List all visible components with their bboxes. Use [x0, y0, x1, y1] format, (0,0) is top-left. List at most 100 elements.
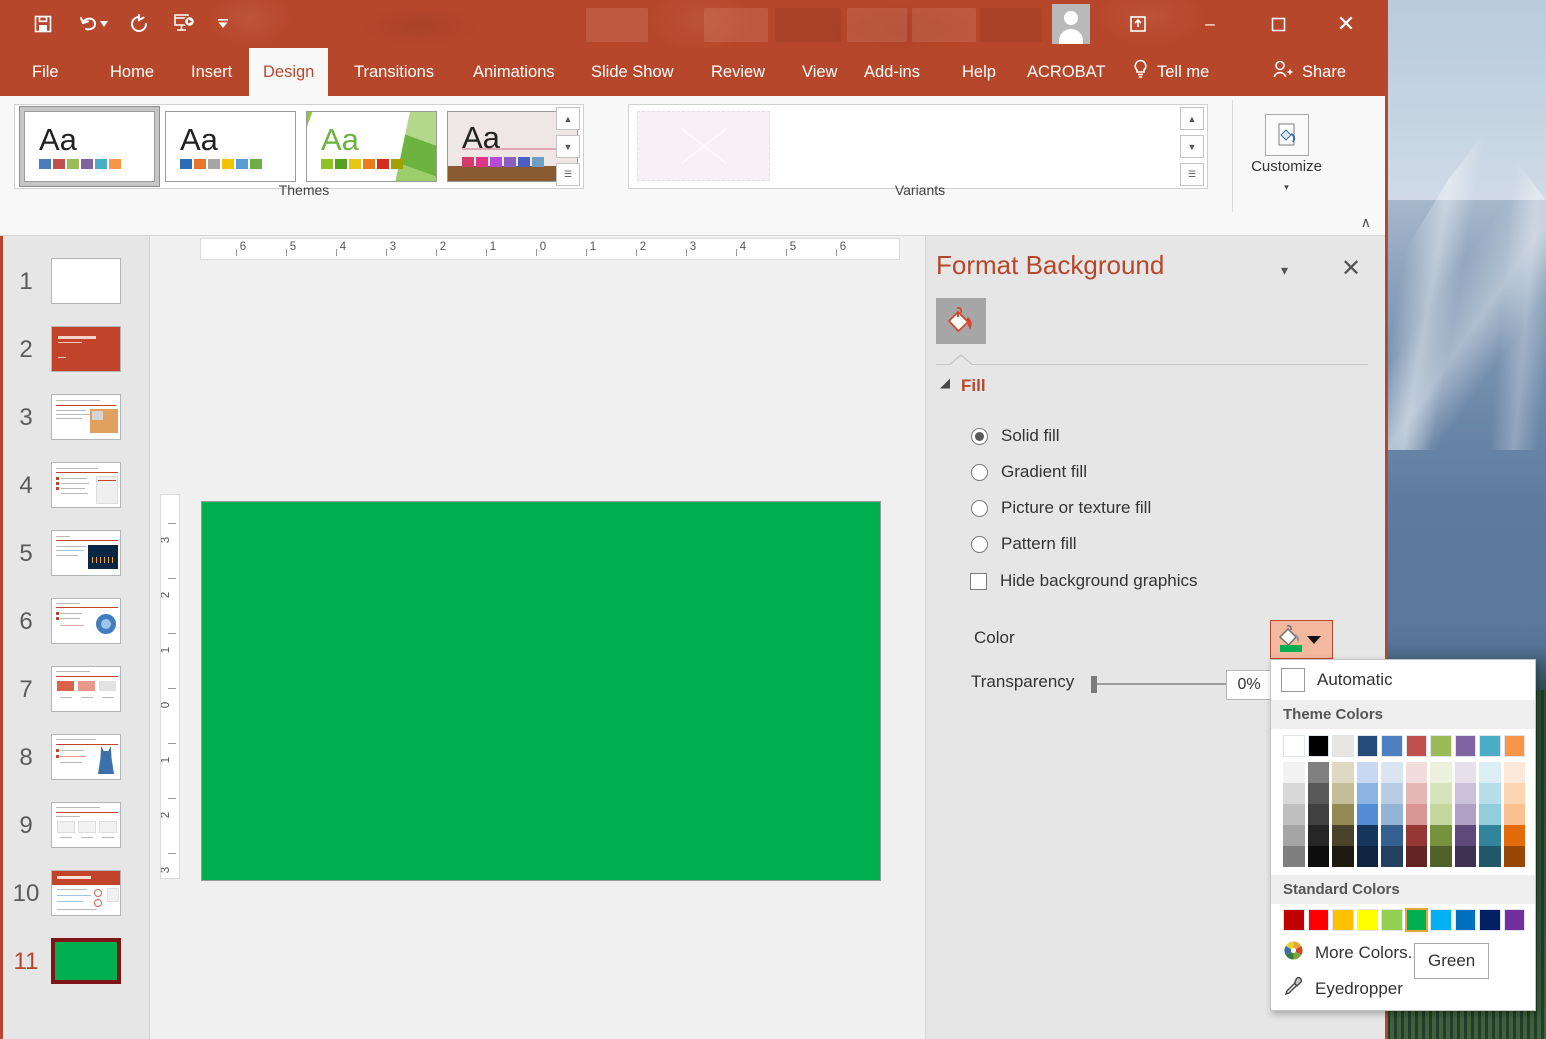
radio-pattern-fill[interactable]: [971, 535, 988, 553]
customize-caret-icon[interactable]: ▾: [1233, 182, 1340, 193]
color-dropdown-caret-icon[interactable]: [1307, 635, 1321, 644]
shade-col-darkblue[interactable]: [1356, 762, 1378, 867]
standard-color-blue[interactable]: [1454, 909, 1476, 931]
shade-col-green[interactable]: [1430, 762, 1452, 867]
variants-scroll-down-icon[interactable]: ▼: [1180, 135, 1204, 158]
radio-gradient-fill[interactable]: [971, 463, 988, 481]
theme-color-darkblue[interactable]: [1356, 735, 1378, 757]
share-button[interactable]: Share: [1272, 48, 1346, 96]
standard-color-green[interactable]: [1404, 908, 1428, 932]
theme-color-green[interactable]: [1430, 735, 1452, 757]
theme-colors-grid[interactable]: [1271, 729, 1535, 875]
tell-me-box[interactable]: Tell me: [1132, 48, 1209, 96]
tab-slide-show[interactable]: Slide Show: [577, 48, 688, 96]
thumbnail-slide-11[interactable]: 11: [0, 938, 150, 1006]
fill-bucket-icon[interactable]: [936, 298, 986, 344]
transparency-value[interactable]: 0%: [1226, 670, 1272, 700]
standard-color-red[interactable]: [1307, 909, 1329, 931]
themes-scroll-up-icon[interactable]: ▲: [556, 107, 580, 130]
option-picture-fill[interactable]: Picture or texture fill: [971, 498, 1151, 518]
minimize-button[interactable]: –: [1187, 8, 1233, 40]
variant-1[interactable]: [637, 111, 770, 181]
themes-scroll-down-icon[interactable]: ▼: [556, 135, 580, 158]
tab-view[interactable]: View: [788, 48, 851, 96]
option-hide-background-graphics[interactable]: Hide background graphics: [970, 571, 1198, 591]
thumbnail-slide-9[interactable]: 9: [0, 802, 150, 870]
theme-color-white[interactable]: [1283, 735, 1305, 757]
thumbnail-slide-4[interactable]: 4: [0, 462, 150, 530]
color-dropdown-menu[interactable]: Automatic Theme Colors Standard Colors M…: [1270, 659, 1536, 1011]
avatar[interactable]: [1052, 4, 1090, 44]
tab-transitions[interactable]: Transitions: [340, 48, 448, 96]
tab-design[interactable]: Design: [249, 48, 329, 96]
shade-col-black[interactable]: [1307, 762, 1329, 867]
theme-color-beige[interactable]: [1332, 735, 1354, 757]
variants-scroll-up-icon[interactable]: ▲: [1180, 107, 1204, 130]
transparency-slider-knob[interactable]: [1091, 676, 1097, 693]
shade-col-red[interactable]: [1405, 762, 1427, 867]
thumbnail-slide-3[interactable]: 3: [0, 394, 150, 462]
menu-item-more-colors[interactable]: More Colors...: [1271, 935, 1535, 971]
tab-insert[interactable]: Insert: [177, 48, 246, 96]
shade-col-blue[interactable]: [1381, 762, 1403, 867]
slide-thumbnails-pane[interactable]: 1 2 3 4 5 6 7 8 9 10 11: [0, 236, 150, 1039]
standard-color-yellow[interactable]: [1356, 909, 1378, 931]
thumbnail-slide-2[interactable]: 2: [0, 326, 150, 394]
theme-color-orange[interactable]: [1503, 735, 1525, 757]
theme-color-purple[interactable]: [1454, 735, 1476, 757]
standard-color-dark-blue[interactable]: [1479, 909, 1501, 931]
thumbnail-slide-10[interactable]: 10: [0, 870, 150, 938]
thumbnail-slide-5[interactable]: 5: [0, 530, 150, 598]
format-background-icon[interactable]: [1265, 114, 1309, 156]
radio-picture-fill[interactable]: [971, 499, 988, 517]
color-picker-button[interactable]: [1270, 620, 1333, 659]
standard-color-light-green[interactable]: [1381, 909, 1403, 931]
undo-dropdown-icon[interactable]: [98, 10, 110, 38]
menu-item-eyedropper[interactable]: Eyedropper: [1271, 971, 1535, 1010]
theme-color-black[interactable]: [1307, 735, 1329, 757]
tab-add-ins[interactable]: Add-ins: [850, 48, 934, 96]
theme-facet[interactable]: Aa: [306, 111, 437, 182]
radio-solid-fill[interactable]: [971, 427, 988, 445]
tab-help[interactable]: Help: [948, 48, 1010, 96]
menu-item-automatic[interactable]: Automatic: [1271, 660, 1535, 700]
tab-home[interactable]: Home: [96, 48, 168, 96]
ribbon-display-options-icon[interactable]: [1115, 8, 1161, 40]
theme-color-red[interactable]: [1405, 735, 1427, 757]
thumbnail-slide-6[interactable]: 6: [0, 598, 150, 666]
theme-color-blue[interactable]: [1381, 735, 1403, 757]
restore-button[interactable]: [1255, 8, 1301, 40]
option-solid-fill[interactable]: Solid fill: [971, 426, 1060, 446]
standard-color-dark-red[interactable]: [1283, 909, 1305, 931]
fill-section-header[interactable]: Fill: [940, 376, 986, 396]
option-gradient-fill[interactable]: Gradient fill: [971, 462, 1087, 482]
tab-acrobat[interactable]: ACROBAT: [1013, 48, 1120, 96]
standard-colors-row[interactable]: [1271, 904, 1535, 935]
shade-col-beige[interactable]: [1332, 762, 1354, 867]
shade-col-aqua[interactable]: [1479, 762, 1501, 867]
pane-options-caret-icon[interactable]: ▾: [1281, 262, 1288, 279]
shade-col-white[interactable]: [1283, 762, 1305, 867]
thumbnail-slide-8[interactable]: 8: [0, 734, 150, 802]
thumbnail-slide-1[interactable]: 1: [0, 258, 150, 326]
redo-icon[interactable]: [124, 10, 154, 38]
collapse-ribbon-icon[interactable]: ∧: [1361, 214, 1371, 231]
standard-color-purple[interactable]: [1503, 909, 1525, 931]
theme-colors-shade-columns[interactable]: [1283, 762, 1525, 867]
tab-animations[interactable]: Animations: [459, 48, 569, 96]
tab-file[interactable]: File: [18, 48, 73, 96]
shade-col-orange[interactable]: [1503, 762, 1525, 867]
slide-canvas[interactable]: [201, 501, 881, 881]
thumbnail-slide-7[interactable]: 7: [0, 666, 150, 734]
customize-qat-icon[interactable]: [212, 10, 234, 38]
theme-office[interactable]: Aa: [24, 111, 155, 182]
standard-color-orange[interactable]: [1332, 909, 1354, 931]
close-button[interactable]: ✕: [1323, 8, 1369, 40]
tab-review[interactable]: Review: [697, 48, 779, 96]
theme-color-aqua[interactable]: [1479, 735, 1501, 757]
shade-col-purple[interactable]: [1454, 762, 1476, 867]
pane-close-icon[interactable]: ✕: [1341, 254, 1361, 283]
option-pattern-fill[interactable]: Pattern fill: [971, 534, 1077, 554]
start-presentation-icon[interactable]: [168, 10, 202, 38]
theme-berlin[interactable]: Aa: [165, 111, 296, 182]
